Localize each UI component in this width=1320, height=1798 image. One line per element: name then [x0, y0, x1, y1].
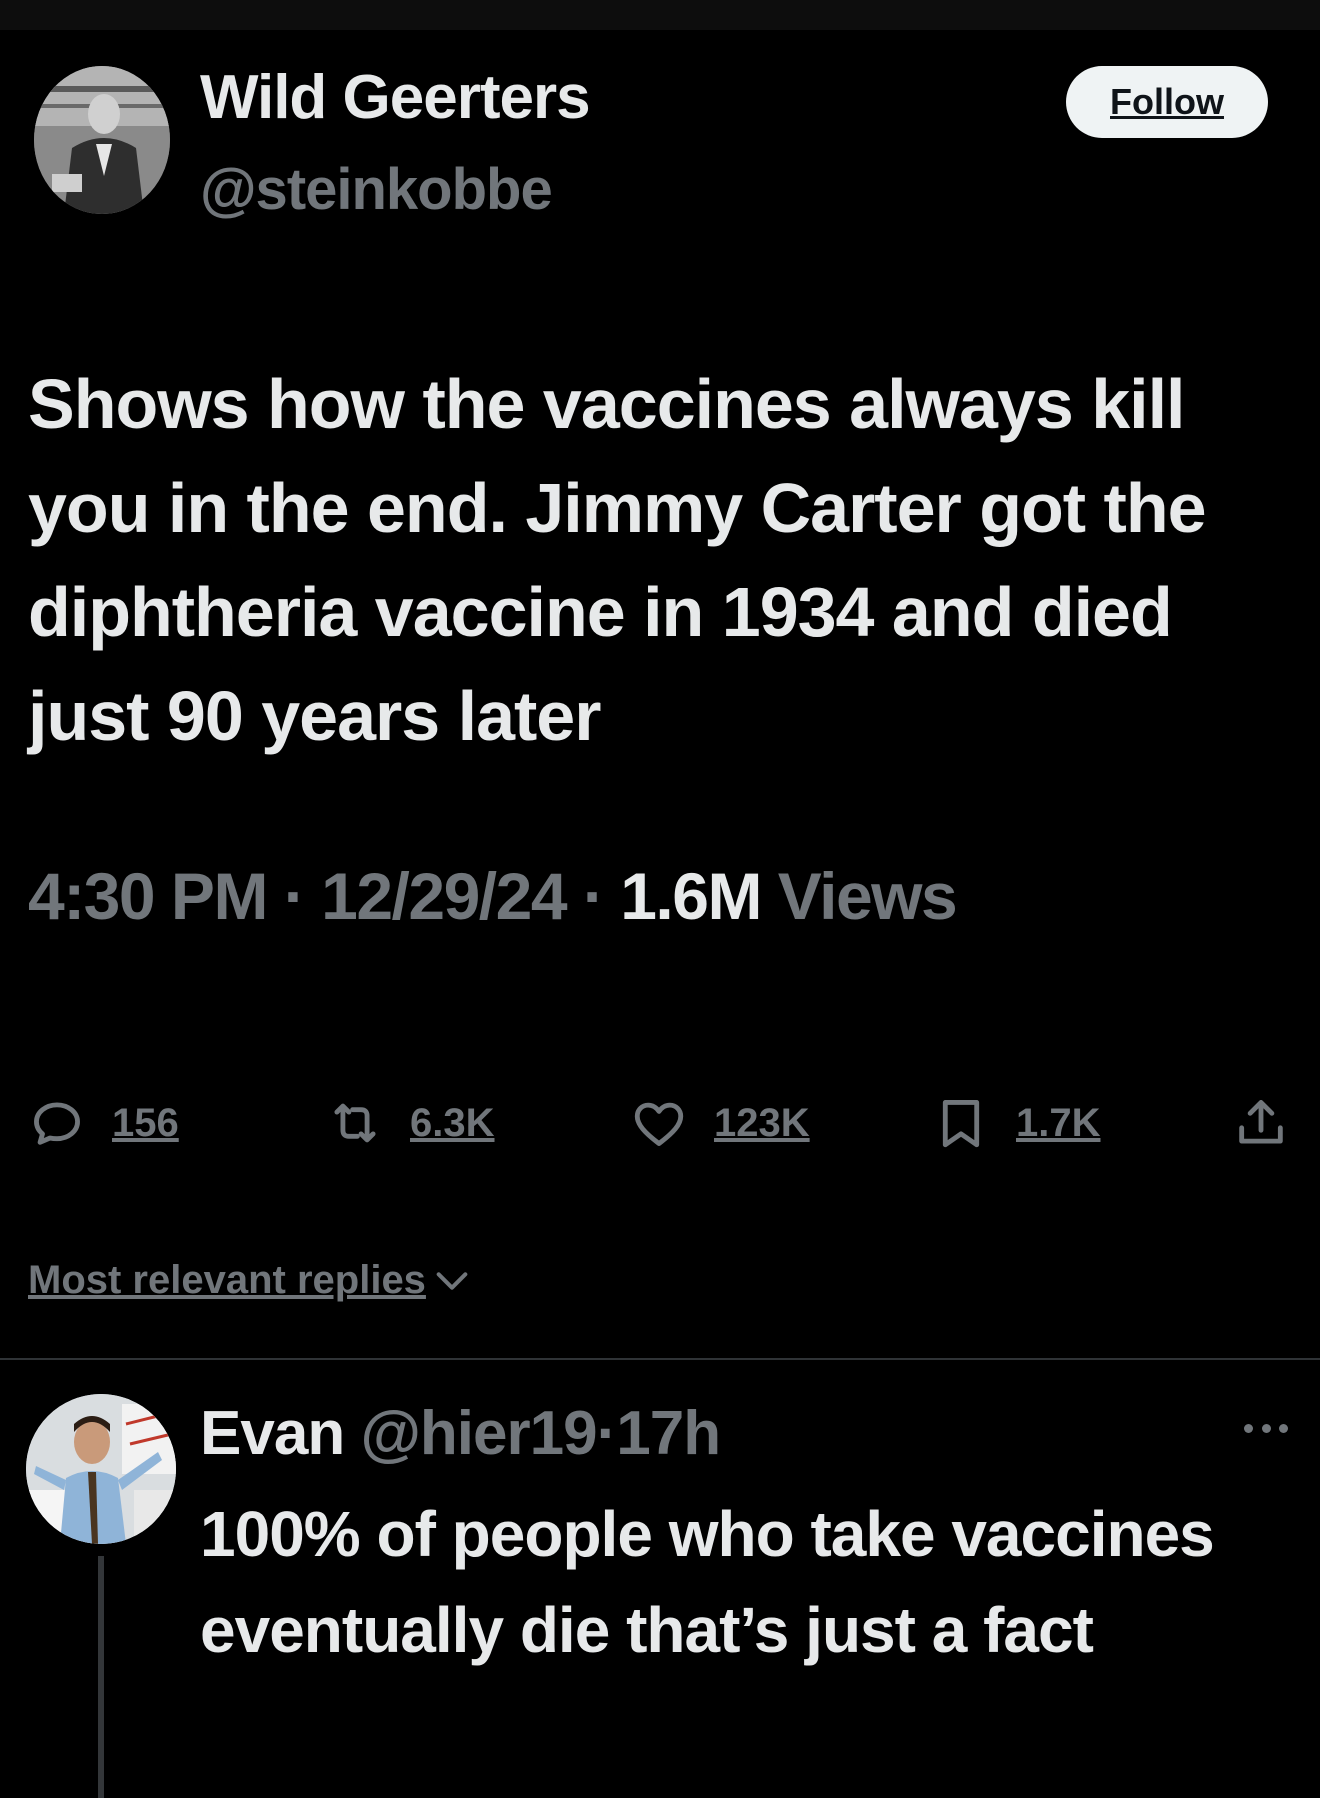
bookmark-button[interactable]: 1.7K	[932, 1088, 1101, 1158]
replies-sort-dropdown[interactable]: Most relevant replies	[28, 1258, 472, 1303]
reply-text: 100% of people who take vaccines eventua…	[200, 1498, 1215, 1666]
reply-button[interactable]: 156	[28, 1088, 179, 1158]
reply-avatar[interactable]	[26, 1394, 176, 1544]
share-button[interactable]	[1232, 1088, 1290, 1158]
more-dot	[1279, 1423, 1288, 1433]
like-button[interactable]: 123K	[630, 1088, 810, 1158]
tweet-meta: 4:30 PM · 12/29/24 · 1.6M Views	[28, 858, 958, 934]
meta-separator: ·	[582, 859, 605, 933]
heart-icon	[634, 1102, 684, 1146]
bookmark-count: 1.7K	[1016, 1100, 1101, 1145]
follow-button[interactable]: Follow	[1066, 66, 1268, 138]
tweet-text: Shows how the vaccines always kill you i…	[28, 365, 1207, 755]
divider	[0, 1358, 1320, 1360]
reply-header: Evan @hier19·17h	[200, 1398, 721, 1469]
reply-author-handle[interactable]: @hier19	[360, 1399, 597, 1468]
reply-author-name[interactable]: Evan	[200, 1399, 345, 1468]
views-label: Views	[777, 859, 958, 933]
reply-avatar-photo	[26, 1394, 176, 1544]
like-count: 123K	[714, 1100, 810, 1145]
repost-icon	[334, 1103, 376, 1143]
status-bar	[0, 0, 1320, 30]
author-avatar[interactable]	[34, 66, 170, 214]
author-handle[interactable]: @steinkobbe	[200, 156, 553, 223]
replies-sort-label: Most relevant replies	[28, 1258, 426, 1302]
reply-count: 156	[112, 1100, 179, 1145]
tweet-date[interactable]: 12/29/24	[321, 859, 567, 933]
author-photo	[34, 66, 170, 214]
more-dot	[1244, 1423, 1253, 1433]
more-icon[interactable]	[1244, 1418, 1288, 1438]
thread-line	[98, 1556, 104, 1798]
share-icon	[1239, 1100, 1283, 1144]
reply-icon	[34, 1102, 80, 1145]
reply-time[interactable]: 17h	[616, 1399, 721, 1468]
tweet-time[interactable]: 4:30 PM	[28, 859, 268, 933]
repost-button[interactable]: 6.3K	[326, 1088, 495, 1158]
repost-count: 6.3K	[410, 1100, 495, 1145]
more-dot	[1261, 1423, 1271, 1433]
meta-separator: ·	[283, 859, 306, 933]
action-bar: 156 6.3K 123K 1.7K	[0, 1088, 1320, 1158]
views-count: 1.6M	[620, 859, 762, 933]
author-name[interactable]: Wild Geerters	[200, 62, 591, 133]
chevron-down-icon	[436, 1271, 468, 1290]
bookmark-icon	[942, 1100, 980, 1148]
reply-separator: ·	[596, 1399, 618, 1468]
